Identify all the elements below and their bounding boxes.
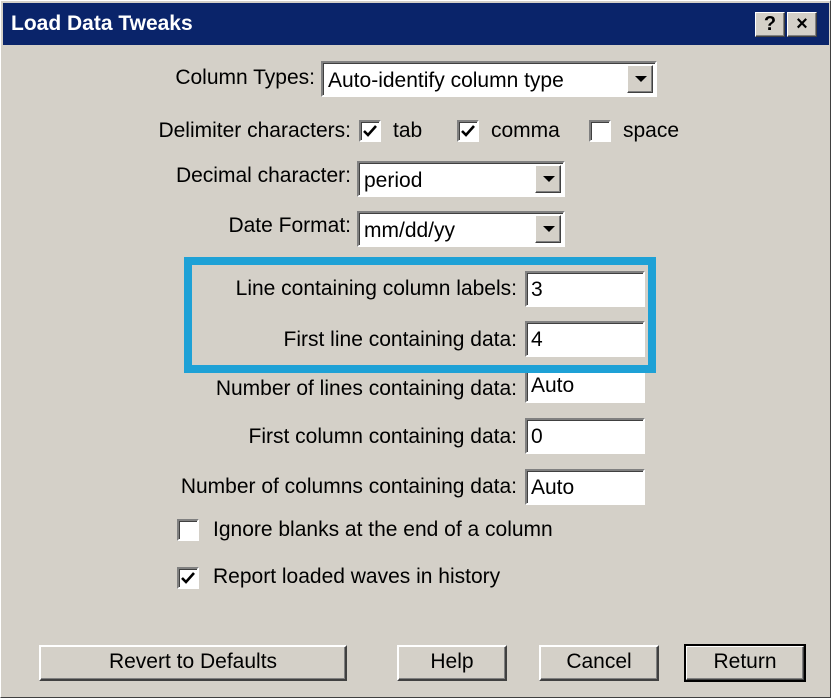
- checkmark-icon: [181, 572, 195, 584]
- decimal-character-select[interactable]: period: [357, 161, 565, 197]
- delimiter-comma-checkbox[interactable]: [457, 120, 479, 142]
- date-format-select[interactable]: mm/dd/yy: [357, 211, 565, 247]
- cancel-button[interactable]: Cancel: [539, 645, 659, 681]
- ignore-blanks-label: Ignore blanks at the end of a column: [213, 518, 553, 541]
- delimiter-comma-label: comma: [491, 119, 560, 142]
- report-waves-label: Report loaded waves in history: [213, 565, 501, 588]
- return-button[interactable]: Return: [684, 644, 806, 682]
- window-title: Load Data Tweaks: [11, 12, 193, 35]
- num-columns-input[interactable]: Auto: [525, 469, 645, 505]
- chevron-down-icon[interactable]: [535, 215, 561, 243]
- title-bar[interactable]: Load Data Tweaks ? ×: [3, 3, 829, 45]
- report-waves-checkbox[interactable]: [177, 567, 199, 589]
- column-types-select[interactable]: Auto-identify column type: [321, 61, 657, 97]
- close-icon[interactable]: ×: [787, 12, 817, 37]
- date-format-value: mm/dd/yy: [364, 219, 456, 242]
- help-button[interactable]: Help: [397, 645, 507, 681]
- checkmark-icon: [363, 125, 377, 137]
- delimiter-characters-label: Delimiter characters:: [158, 119, 351, 142]
- column-types-label: Column Types:: [175, 66, 315, 89]
- num-columns-label: Number of columns containing data:: [180, 475, 517, 498]
- chevron-down-icon[interactable]: [627, 65, 653, 93]
- ignore-blanks-checkbox[interactable]: [177, 519, 199, 541]
- date-format-label: Date Format:: [228, 214, 351, 237]
- chevron-down-icon[interactable]: [535, 165, 561, 193]
- checkmark-icon: [461, 125, 475, 137]
- delimiter-space-checkbox[interactable]: [589, 120, 611, 142]
- first-column-input[interactable]: 0: [525, 418, 645, 454]
- decimal-character-label: Decimal character:: [175, 164, 351, 187]
- delimiter-space-label: space: [623, 119, 680, 142]
- first-column-label: First column containing data:: [248, 425, 517, 448]
- num-lines-label: Number of lines containing data:: [215, 377, 517, 400]
- column-types-value: Auto-identify column type: [328, 69, 564, 92]
- load-data-tweaks-dialog: Load Data Tweaks ? × Column Types: Auto-…: [0, 0, 831, 698]
- delimiter-tab-checkbox[interactable]: [359, 120, 381, 142]
- delimiter-tab-label: tab: [393, 119, 423, 142]
- help-question-icon[interactable]: ?: [755, 12, 785, 37]
- highlight-box: [184, 257, 656, 373]
- revert-to-defaults-button[interactable]: Revert to Defaults: [39, 645, 347, 681]
- decimal-character-value: period: [364, 169, 423, 192]
